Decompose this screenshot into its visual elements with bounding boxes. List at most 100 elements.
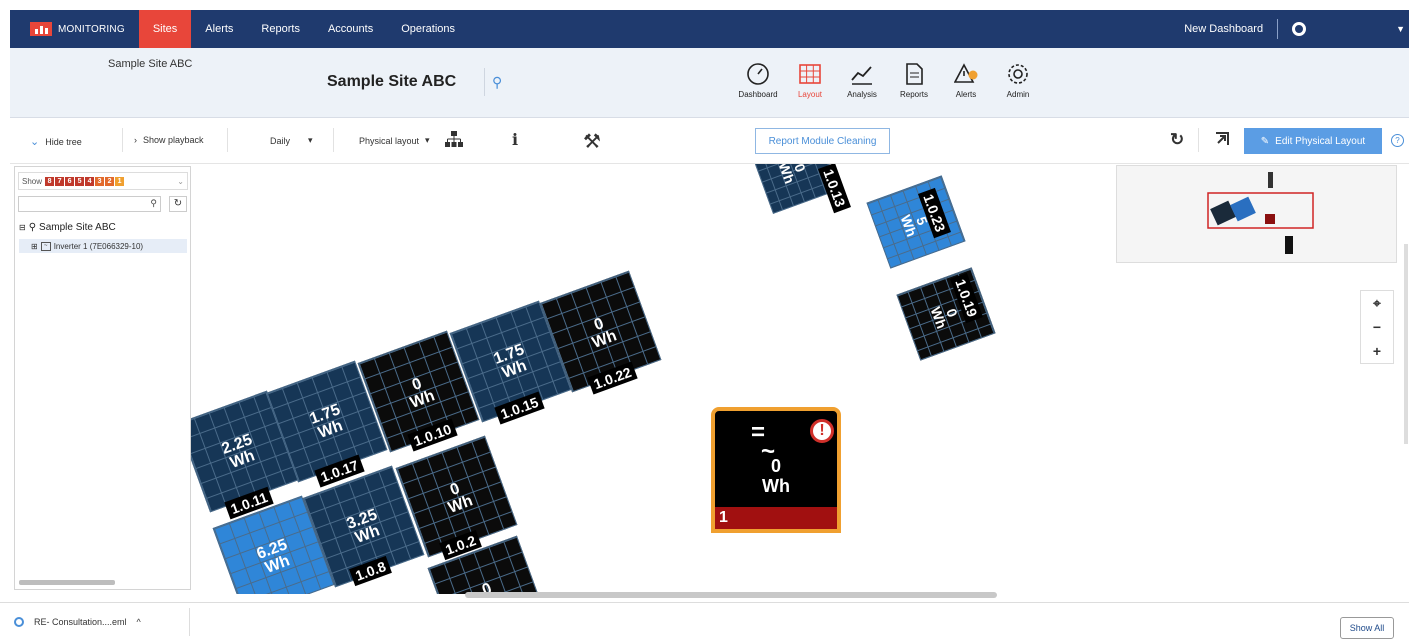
site-selector[interactable]: Sample Site ABC bbox=[108, 58, 192, 70]
nav-operations-label: Operations bbox=[401, 23, 456, 35]
chart-line-icon bbox=[851, 66, 872, 85]
module-reports[interactable]: Reports bbox=[888, 62, 940, 99]
module-dashboard[interactable]: Dashboard bbox=[732, 62, 784, 99]
brand-logo-icon bbox=[30, 22, 52, 36]
help-icon[interactable]: ? bbox=[1391, 134, 1404, 147]
show-playback-toggle[interactable]: › Show playback bbox=[134, 135, 204, 145]
edit-physical-layout-button[interactable]: ✎ Edit Physical Layout bbox=[1244, 128, 1382, 154]
tree-refresh-button[interactable]: ↻ bbox=[169, 196, 187, 212]
module-admin[interactable]: Admin bbox=[992, 62, 1044, 99]
nav-alerts-label: Alerts bbox=[205, 23, 234, 35]
severity-filter[interactable]: Show 87654321 ⌄ bbox=[18, 172, 188, 190]
chevron-right-icon: › bbox=[134, 135, 137, 145]
brand[interactable]: MONITORING bbox=[10, 10, 139, 48]
export-icon[interactable] bbox=[1214, 131, 1230, 147]
module-analysis[interactable]: Analysis bbox=[836, 62, 888, 99]
nav-alerts[interactable]: Alerts bbox=[191, 10, 247, 48]
tree-horizontal-scrollbar[interactable] bbox=[19, 580, 115, 585]
alert-icon[interactable]: ! bbox=[810, 419, 834, 443]
show-all-button[interactable]: Show All bbox=[1340, 617, 1394, 639]
zoom-in-button[interactable]: + bbox=[1373, 343, 1381, 359]
report-module-cleaning-button[interactable]: Report Module Cleaning bbox=[755, 128, 890, 154]
tree-root-label: Sample Site ABC bbox=[39, 222, 116, 233]
nav-accounts-label: Accounts bbox=[327, 23, 374, 35]
pv-module-energy: 1.75 Wh bbox=[278, 391, 378, 454]
severity-badge[interactable]: 8 bbox=[45, 177, 55, 186]
period-select[interactable]: Daily ▾ bbox=[270, 135, 313, 146]
pv-module-energy: 0Wh bbox=[370, 361, 470, 424]
hide-tree-label: Hide tree bbox=[45, 136, 82, 147]
hide-tree-toggle[interactable]: ⌄ Hide tree bbox=[30, 135, 82, 148]
new-dashboard-label: New Dashboard bbox=[1184, 23, 1264, 35]
toolbar-divider bbox=[333, 128, 334, 152]
nav-sites[interactable]: Sites bbox=[138, 10, 192, 48]
refresh-icon[interactable]: ↻ bbox=[1170, 130, 1184, 150]
tree-search-input[interactable]: ⚲ bbox=[18, 196, 161, 212]
nav-reports-label: Reports bbox=[261, 23, 300, 35]
module-layout[interactable]: Layout bbox=[784, 62, 836, 99]
severity-badge[interactable]: 2 bbox=[105, 177, 115, 186]
severity-badge[interactable]: 1 bbox=[115, 177, 125, 186]
help-lifebuoy-icon[interactable] bbox=[1292, 22, 1307, 36]
pv-module[interactable]: 5 Wh bbox=[866, 175, 966, 269]
module-analysis-label: Analysis bbox=[847, 90, 877, 99]
inverter-energy-value: 0 bbox=[770, 456, 781, 476]
toolbar-divider bbox=[227, 128, 228, 152]
severity-badge[interactable]: 4 bbox=[85, 177, 95, 186]
module-layout-label: Layout bbox=[797, 90, 823, 99]
severity-badge[interactable]: 6 bbox=[65, 177, 75, 186]
edit-physical-layout-label: Edit Physical Layout bbox=[1275, 135, 1366, 147]
new-dashboard-link[interactable]: New Dashboard bbox=[1170, 19, 1279, 39]
pencil-icon: ✎ bbox=[1260, 135, 1270, 147]
top-navbar: MONITORING Sites Alerts Reports Accounts… bbox=[10, 10, 1409, 48]
pv-module-energy: 1.75 Wh bbox=[462, 331, 562, 394]
zoom-controls: ⌖ − + bbox=[1360, 290, 1394, 364]
title-divider bbox=[484, 68, 485, 96]
search-icon[interactable]: ⚲ bbox=[492, 74, 502, 91]
page-title: Sample Site ABC bbox=[327, 73, 457, 90]
severity-badge[interactable]: 7 bbox=[55, 177, 65, 186]
inverter-icon: ~ bbox=[40, 241, 51, 251]
severity-badge[interactable]: 5 bbox=[75, 177, 85, 186]
info-icon[interactable]: i bbox=[512, 130, 518, 149]
layout-mode-select[interactable]: Physical layout ▾ bbox=[359, 135, 430, 146]
toolbar-divider bbox=[1198, 128, 1199, 152]
severity-badge[interactable]: 3 bbox=[95, 177, 105, 186]
pv-module-energy: 0Wh bbox=[552, 301, 652, 364]
grid-icon bbox=[799, 64, 821, 84]
nav-accounts[interactable]: Accounts bbox=[314, 10, 387, 48]
hierarchy-icon[interactable] bbox=[444, 130, 464, 148]
inverter-tile[interactable]: = ~ ! 0 Wh 1 bbox=[711, 407, 841, 533]
period-value: Daily bbox=[270, 135, 291, 146]
tree-root-node[interactable]: ⊟ ⚲ Sample Site ABC bbox=[19, 222, 116, 233]
module-tabs: Dashboard Layout Analysis Reports Alerts… bbox=[732, 62, 1044, 99]
canvas-vertical-scrollbar[interactable] bbox=[1404, 244, 1408, 444]
download-item[interactable]: RE- Consultation....eml ^ bbox=[0, 607, 190, 636]
file-icon bbox=[14, 616, 24, 627]
document-icon bbox=[906, 63, 923, 85]
layout-toolbar: ⌄ Hide tree › Show playback Daily ▾ Physica… bbox=[10, 118, 1409, 164]
site-header: Sample Site ABC Sample Site ABC ⚲ Dashbo… bbox=[10, 48, 1409, 118]
layout-minimap[interactable] bbox=[1116, 165, 1397, 263]
chevron-down-icon: ⌄ bbox=[30, 136, 40, 148]
dropdown-arrow-icon: ▾ bbox=[425, 135, 430, 145]
chevron-up-icon[interactable]: ^ bbox=[137, 617, 141, 627]
canvas-horizontal-scrollbar[interactable] bbox=[465, 592, 997, 598]
tree-inverter-node[interactable]: ⊞ ~ Inverter 1 (7E066329-10) bbox=[19, 239, 187, 253]
nav-reports[interactable]: Reports bbox=[247, 10, 314, 48]
module-reports-label: Reports bbox=[899, 90, 928, 99]
pv-module-energy: 3.25 Wh bbox=[315, 496, 415, 559]
zoom-out-button[interactable]: − bbox=[1373, 319, 1381, 335]
layout-mode-value: Physical layout bbox=[359, 135, 420, 146]
nav-operations[interactable]: Operations bbox=[387, 10, 469, 48]
module-alerts[interactable]: Alerts bbox=[940, 62, 992, 99]
pv-module-energy: 2.25 Wh bbox=[191, 421, 290, 484]
user-menu-caret-icon[interactable]: ▼ bbox=[1396, 24, 1405, 34]
collapse-icon: ⊟ bbox=[19, 223, 26, 232]
module-dashboard-label: Dashboard bbox=[738, 90, 778, 99]
severity-filter-label: Show bbox=[22, 176, 43, 186]
tools-icon[interactable]: ⚒ bbox=[583, 129, 601, 154]
inverter-index: 1 bbox=[715, 507, 837, 529]
pv-module-energy: 0Wh bbox=[440, 566, 540, 594]
recenter-icon[interactable]: ⌖ bbox=[1373, 295, 1381, 312]
